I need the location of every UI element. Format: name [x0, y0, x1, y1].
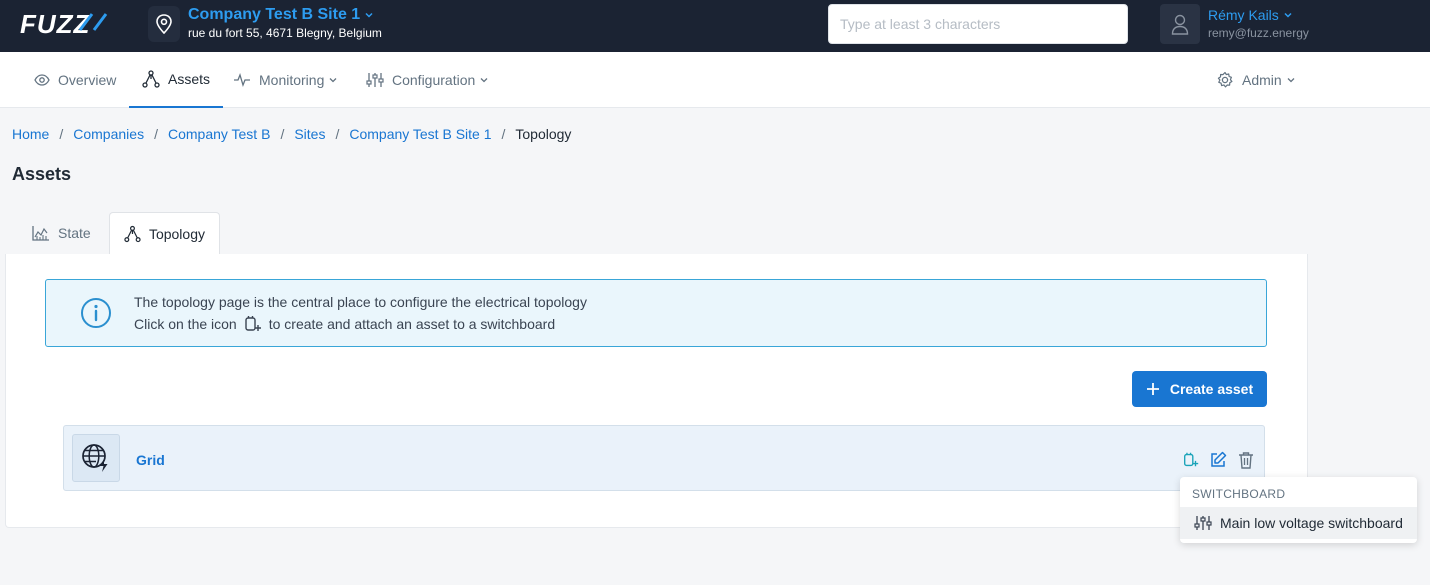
gear-icon [1217, 71, 1233, 88]
plus-icon [1146, 383, 1159, 395]
logo-text: FUZZ [20, 10, 91, 38]
breadcrumb: Home / Companies / Company Test B / Site… [12, 126, 571, 142]
dropdown-header: SWITCHBOARD [1192, 487, 1286, 501]
grid-globe-icon [72, 434, 120, 482]
topology-icon [124, 225, 141, 243]
breadcrumb-company[interactable]: Company Test B [168, 126, 270, 142]
breadcrumb-separator: / [335, 126, 340, 142]
dropdown-item-label: Main low voltage switchboard [1220, 515, 1403, 531]
breadcrumb-home[interactable]: Home [12, 126, 49, 142]
breadcrumb-separator: / [280, 126, 285, 142]
asset-name[interactable]: Grid [136, 452, 165, 468]
sliders-icon [366, 73, 384, 87]
breadcrumb-companies[interactable]: Companies [73, 126, 144, 142]
dropdown-item-main-switchboard[interactable]: Main low voltage switchboard [1180, 507, 1417, 539]
breadcrumb-separator: / [501, 126, 506, 142]
topology-icon [142, 70, 160, 88]
tab-topology-label: Topology [148, 226, 205, 242]
site-address: rue du fort 55, 4671 Blegny, Belgium [188, 26, 382, 40]
info-alert: The topology page is the central place t… [45, 279, 1267, 347]
top-bar: FUZZ Company Test B Site 1 rue du fort 5… [0, 0, 1430, 52]
breadcrumb-separator: / [154, 126, 158, 142]
fuzz-logo[interactable]: FUZZ [20, 10, 110, 38]
nav-monitoring[interactable]: Monitoring [233, 52, 338, 108]
nav-admin-label: Admin [1242, 72, 1282, 88]
info-text-after-icon: to create and attach an asset to a switc… [268, 316, 556, 332]
attach-asset-icon[interactable] [1180, 449, 1202, 471]
user-avatar-icon[interactable] [1160, 4, 1200, 44]
nav-monitoring-label: Monitoring [259, 72, 325, 88]
attach-asset-icon [245, 316, 261, 331]
chevron-down-icon [1287, 78, 1295, 83]
asset-row: Grid [63, 425, 1265, 491]
nav-assets-label: Assets [168, 71, 211, 87]
activity-icon [234, 73, 250, 87]
info-icon [81, 298, 111, 328]
chart-icon [32, 226, 49, 241]
info-text-line2: Click on the icon to create and attach a… [134, 315, 555, 333]
user-menu[interactable]: Rémy Kails [1208, 7, 1293, 23]
eye-icon [34, 74, 50, 86]
nav-overview-label: Overview [58, 72, 117, 88]
breadcrumb-current: Topology [515, 126, 572, 142]
breadcrumb-sites[interactable]: Sites [294, 126, 325, 142]
site-selector[interactable]: Company Test B Site 1 [188, 6, 374, 24]
switchboard-dropdown: SWITCHBOARD Main low voltage switchboard [1180, 477, 1417, 543]
main-nav: Overview Assets Monitoring Configuration… [0, 52, 1430, 108]
nav-configuration[interactable]: Configuration [366, 52, 489, 108]
site-location-icon[interactable] [148, 6, 180, 42]
tab-state[interactable]: State [18, 212, 105, 254]
page-title: Assets [12, 164, 72, 184]
global-search-input[interactable] [828, 4, 1128, 44]
info-text-before-icon: Click on the icon [134, 316, 237, 332]
chevron-down-icon [480, 78, 488, 83]
user-email: remy@fuzz.energy [1208, 26, 1309, 40]
tab-state-label: State [58, 225, 91, 241]
chevron-down-icon [1284, 12, 1292, 18]
user-name: Rémy Kails [1208, 7, 1279, 23]
nav-overview[interactable]: Overview [34, 52, 116, 108]
info-text-line1: The topology page is the central place t… [134, 294, 587, 310]
nav-admin[interactable]: Admin [1216, 52, 1296, 108]
breadcrumb-separator: / [59, 126, 64, 142]
trash-icon[interactable] [1235, 449, 1257, 471]
tab-topology[interactable]: Topology [109, 212, 220, 255]
nav-assets[interactable]: Assets [129, 52, 224, 108]
chevron-down-icon [365, 12, 373, 18]
site-title: Company Test B Site 1 [188, 6, 361, 23]
chevron-down-icon [329, 78, 337, 83]
nav-configuration-label: Configuration [392, 72, 476, 88]
sliders-icon [1194, 516, 1212, 530]
create-asset-label: Create asset [1169, 381, 1254, 397]
breadcrumb-site[interactable]: Company Test B Site 1 [349, 126, 491, 142]
edit-icon[interactable] [1207, 449, 1229, 471]
create-asset-button[interactable]: Create asset [1132, 371, 1267, 407]
